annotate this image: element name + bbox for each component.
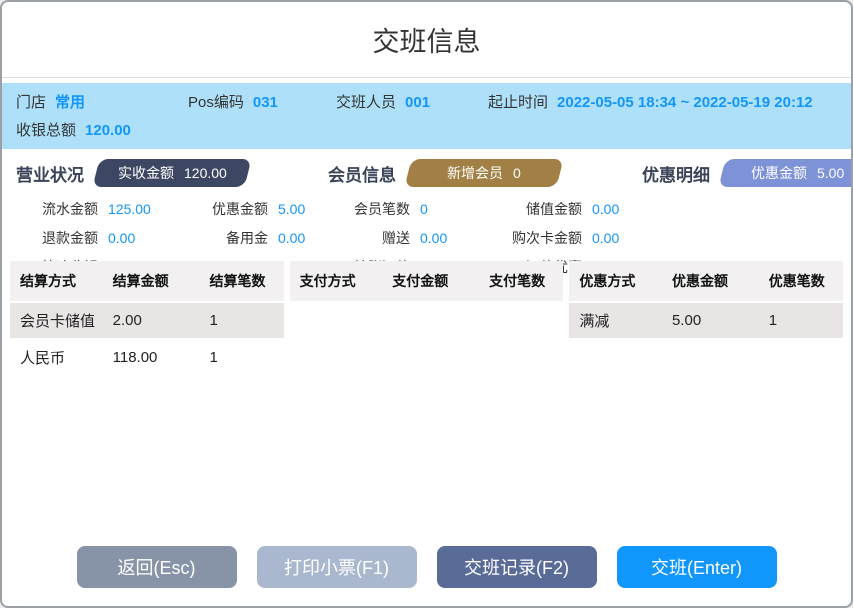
discount-table: 优惠方式 优惠金额 优惠笔数 满减 5.00 1 xyxy=(569,261,843,375)
column-header: 支付方式 xyxy=(290,271,383,291)
column-header: 结算方式 xyxy=(10,271,103,291)
store-value: 常用 xyxy=(55,94,85,111)
settlement-method-cell: 会员卡储值 xyxy=(10,310,103,331)
new-members-badge: 新增会员 0 xyxy=(405,159,564,187)
section-member-info: 会员信息 新增会员0 会员笔数0 储值金额0.00 赠送0.00 购次卡金额0.… xyxy=(328,159,642,261)
settlement-amount-cell: 118.00 xyxy=(103,349,200,366)
column-header: 结算金额 xyxy=(103,271,200,291)
stat-value: 0.00 xyxy=(582,201,642,217)
summary-row: 营业状况 实收金额120.00 流水金额125.00 优惠金额5.00 退款金额… xyxy=(2,149,851,261)
shift-record-button[interactable]: 交班记录(F2) xyxy=(437,546,597,588)
column-header: 支付笔数 xyxy=(479,271,563,291)
cashier-label: 交班人员 xyxy=(336,94,396,111)
pos-code-label: Pos编码 xyxy=(188,94,244,111)
badge-label: 优惠金额 xyxy=(751,165,807,181)
stat-value: 0.00 xyxy=(98,230,178,246)
stat-label: 购次卡金额 xyxy=(486,228,582,248)
cashier-field: 交班人员 001 xyxy=(336,91,488,112)
stat-label: 赠送 xyxy=(328,228,410,248)
column-header: 优惠笔数 xyxy=(759,271,843,291)
stat-label: 优惠金额 xyxy=(178,199,268,219)
settlement-count-cell: 1 xyxy=(199,312,283,329)
table-row: 人民币 118.00 1 xyxy=(10,340,284,375)
pos-code-value: 031 xyxy=(253,94,278,111)
store-label: 门店 xyxy=(16,94,46,111)
stat-value: 0 xyxy=(410,201,486,217)
cash-total-value: 120.00 xyxy=(85,122,131,139)
store-field: 门店常用 xyxy=(16,91,188,112)
section-business-status: 营业状况 实收金额 120.00 流水金额125.00 优惠金额5.00 退款金额… xyxy=(16,159,328,261)
print-receipt-button[interactable]: 打印小票(F1) xyxy=(257,546,417,588)
table-row: 满减 5.00 1 xyxy=(569,303,843,338)
payment-table: 支付方式 支付金额 支付笔数 xyxy=(290,261,564,375)
payment-table-header: 支付方式 支付金额 支付笔数 xyxy=(290,261,564,301)
badge-value: 120.00 xyxy=(184,165,227,181)
tables-row: 结算方式 结算金额 结算笔数 会员卡储值 2.00 1 人民币 118.00 1… xyxy=(2,261,851,375)
stat-value: 0.00 xyxy=(582,230,642,246)
stat-label: 储值金额 xyxy=(486,199,582,219)
dialog-titlebar: 交班信息 xyxy=(2,2,851,78)
stat-value: 125.00 xyxy=(98,201,178,217)
column-header: 优惠方式 xyxy=(569,271,662,291)
badge-value: 5.00 xyxy=(817,165,844,181)
discount-method-cell: 满减 xyxy=(569,310,662,331)
settlement-count-cell: 1 xyxy=(199,349,283,366)
column-header: 结算笔数 xyxy=(199,271,283,291)
page-title: 交班信息 xyxy=(373,20,481,59)
business-status-title: 营业状况 xyxy=(16,161,84,186)
stat-label: 会员笔数 xyxy=(328,199,410,219)
discount-count-cell: 1 xyxy=(759,312,843,329)
stat-label: 备用金 xyxy=(178,228,268,248)
time-range-value: 2022-05-05 18:34 ~ 2022-05-19 20:12 xyxy=(557,94,813,111)
shift-dialog: 交班信息 门店常用 Pos编码031 交班人员001 起止时间2022-05-0… xyxy=(0,0,853,608)
table-row: 会员卡储值 2.00 1 xyxy=(10,303,284,338)
settlement-method-cell: 人民币 xyxy=(10,347,103,368)
stat-value: 0.00 xyxy=(410,230,486,246)
badge-label: 新增会员 xyxy=(447,165,503,181)
cashier-value: 001 xyxy=(405,94,430,111)
member-info-title: 会员信息 xyxy=(328,161,396,186)
discount-detail-title: 优惠明细 xyxy=(642,161,710,186)
settlement-table-header: 结算方式 结算金额 结算笔数 xyxy=(10,261,284,301)
section-discount-detail: 优惠明细 优惠金额 5.00 xyxy=(642,159,853,261)
time-range-field: 起止时间 2022-05-05 18:34 ~ 2022-05-19 20:12 xyxy=(488,91,813,112)
time-range-label: 起止时间 xyxy=(488,94,548,111)
discount-amount-badge: 优惠金额 5.00 xyxy=(719,159,853,187)
back-button[interactable]: 返回(Esc) xyxy=(77,546,237,588)
settlement-amount-cell: 2.00 xyxy=(103,312,200,329)
shift-handover-button[interactable]: 交班(Enter) xyxy=(617,546,777,588)
received-amount-badge: 实收金额 120.00 xyxy=(93,159,252,187)
info-bar: 门店常用 Pos编码 031 交班人员 001 起止时间 2022-05-05 18:… xyxy=(2,83,851,149)
cash-total-field: 收银总额 120.00 xyxy=(16,122,131,139)
column-header: 优惠金额 xyxy=(662,271,759,291)
stat-label: 流水金额 xyxy=(16,199,98,219)
badge-value: 0 xyxy=(513,165,521,181)
stat-label: 退款金额 xyxy=(16,228,98,248)
stat-value: 0.00 xyxy=(268,230,328,246)
footer-button-bar: 返回(Esc) 打印小票(F1) 交班记录(F2) 交班(Enter) xyxy=(2,546,851,588)
discount-amount-cell: 5.00 xyxy=(662,312,759,329)
settlement-table: 结算方式 结算金额 结算笔数 会员卡储值 2.00 1 人民币 118.00 1 xyxy=(10,261,284,375)
discount-table-header: 优惠方式 优惠金额 优惠笔数 xyxy=(569,261,843,301)
column-header: 支付金额 xyxy=(382,271,479,291)
stat-value: 5.00 xyxy=(268,201,328,217)
cash-total-label: 收银总额 xyxy=(16,122,76,139)
badge-label: 实收金额 xyxy=(118,165,174,181)
pos-code-field: Pos编码 031 xyxy=(188,91,336,112)
